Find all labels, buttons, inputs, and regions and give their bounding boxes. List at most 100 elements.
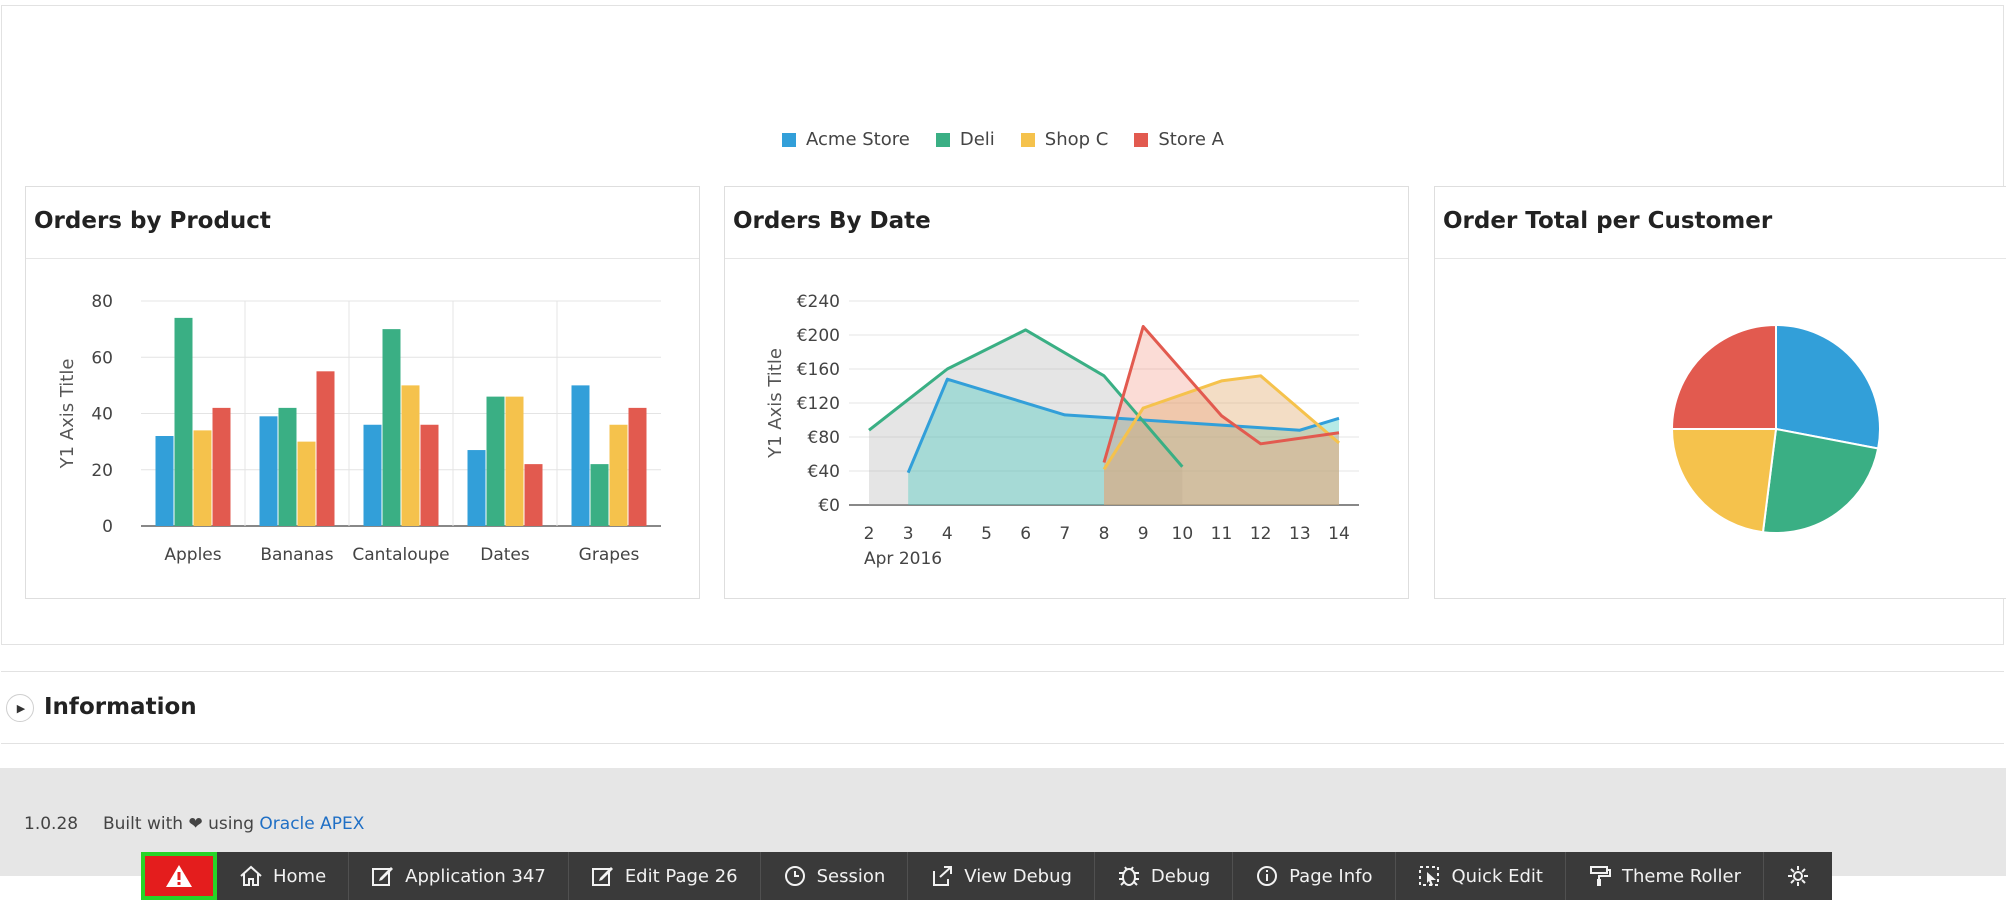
x-tick-label: 10 bbox=[1172, 524, 1194, 544]
clock-icon bbox=[784, 866, 805, 886]
y-tick-label: 20 bbox=[91, 461, 113, 481]
settings-button[interactable] bbox=[1763, 852, 1832, 900]
theme-roller-button[interactable]: Theme Roller bbox=[1565, 852, 1764, 900]
bar bbox=[467, 450, 486, 526]
edit-page-button[interactable]: Edit Page 26 bbox=[568, 852, 761, 900]
order-total-chart bbox=[1670, 323, 1881, 534]
y-tick-label: €80 bbox=[808, 428, 840, 448]
pie-slice bbox=[1761, 427, 1880, 534]
x-tick-label: 13 bbox=[1289, 524, 1311, 544]
x-tick-label: 11 bbox=[1211, 524, 1233, 544]
x-tick-label: 8 bbox=[1099, 524, 1110, 544]
bar bbox=[193, 430, 212, 526]
y-tick-label: 0 bbox=[102, 517, 113, 537]
built-using: using bbox=[208, 814, 255, 834]
bar bbox=[571, 385, 590, 526]
debug-button[interactable]: Debug bbox=[1094, 852, 1234, 900]
bar bbox=[524, 464, 543, 526]
y-axis-title: Y1 Axis Title bbox=[765, 348, 786, 459]
home-button[interactable]: Home bbox=[217, 852, 350, 900]
bar bbox=[382, 329, 401, 526]
view-debug-button[interactable]: View Debug bbox=[908, 852, 1095, 900]
application-button[interactable]: Application 347 bbox=[349, 852, 569, 900]
built-with-text: Built with ❤ using Oracle APEX bbox=[103, 814, 364, 834]
heart-icon: ❤ bbox=[188, 814, 203, 834]
bar bbox=[155, 436, 174, 526]
developer-toolbar: Home Application 347 Edit Page 26 Sessio… bbox=[141, 852, 1832, 900]
quick-edit-label: Quick Edit bbox=[1451, 865, 1543, 887]
bar bbox=[609, 424, 628, 526]
application-label: Application 347 bbox=[405, 865, 546, 887]
legend-label: Acme Store bbox=[806, 129, 910, 150]
information-region: ▶ Information bbox=[1, 671, 2004, 744]
bar bbox=[363, 424, 382, 526]
edit-page-label: Edit Page 26 bbox=[624, 865, 738, 887]
y-tick-label: €40 bbox=[808, 462, 840, 482]
x-tick-label: 4 bbox=[942, 524, 953, 544]
y-tick-label: €0 bbox=[818, 496, 840, 516]
bar bbox=[486, 396, 505, 526]
order-total-card: Order Total per Customer bbox=[1434, 186, 2006, 599]
y-tick-label: 60 bbox=[91, 348, 113, 368]
external-window-icon bbox=[933, 866, 953, 886]
legend-item-store-a[interactable]: Store A bbox=[1134, 129, 1224, 150]
session-button[interactable]: Session bbox=[760, 852, 909, 900]
bar bbox=[259, 416, 278, 526]
bar bbox=[628, 407, 647, 526]
y-tick-label: €160 bbox=[797, 360, 840, 380]
orders-by-date-card: Orders By Date €0 €40 €80 €120 €160 €200 €240 2… bbox=[724, 186, 1409, 599]
legend-label: Shop C bbox=[1044, 129, 1109, 150]
bar bbox=[505, 396, 524, 526]
x-tick-label: 14 bbox=[1328, 524, 1350, 544]
cursor-select-icon bbox=[1418, 866, 1439, 886]
legend-swatch bbox=[935, 132, 950, 147]
y-tick-label: 40 bbox=[91, 405, 113, 425]
x-tick-label: 9 bbox=[1138, 524, 1149, 544]
bar bbox=[278, 407, 297, 526]
y-tick-label: €120 bbox=[797, 394, 840, 414]
legend-label: Store A bbox=[1158, 129, 1224, 150]
debug-label: Debug bbox=[1150, 865, 1211, 887]
bar bbox=[316, 371, 335, 526]
oracle-apex-link[interactable]: Oracle APEX bbox=[259, 814, 364, 834]
quick-edit-button[interactable]: Quick Edit bbox=[1395, 852, 1566, 900]
legend-label: Deli bbox=[959, 129, 995, 150]
x-tick-label: 3 bbox=[903, 524, 914, 544]
x-tick-label: Cantaloupe bbox=[352, 545, 449, 565]
theme-roller-label: Theme Roller bbox=[1621, 865, 1741, 887]
warning-icon bbox=[166, 865, 192, 887]
legend-swatch bbox=[782, 132, 797, 147]
page-info-button[interactable]: Page Info bbox=[1233, 852, 1396, 900]
legend-item-acme-store[interactable]: Acme Store bbox=[782, 129, 910, 150]
page-info-label: Page Info bbox=[1289, 865, 1373, 887]
x-tick-label: Bananas bbox=[260, 545, 333, 565]
pie-slice bbox=[1670, 428, 1778, 534]
y-tick-label: €200 bbox=[797, 326, 840, 346]
chart-legend: Acme Store Deli Shop C Store A bbox=[0, 129, 2006, 150]
view-debug-label: View Debug bbox=[964, 865, 1072, 887]
error-button[interactable] bbox=[141, 852, 217, 900]
legend-item-shop-c[interactable]: Shop C bbox=[1020, 129, 1109, 150]
information-title[interactable]: Information bbox=[44, 694, 197, 720]
bug-icon bbox=[1118, 866, 1139, 886]
legend-swatch bbox=[1134, 132, 1149, 147]
paint-roller-icon bbox=[1589, 866, 1611, 886]
orders-by-product-card: Orders by Product 0 20 40 60 80 Apples Bananas… bbox=[25, 186, 700, 599]
x-tick-label: 12 bbox=[1250, 524, 1272, 544]
x-tick-label: 2 bbox=[864, 524, 875, 544]
session-label: Session bbox=[816, 865, 886, 887]
x-tick-label: 5 bbox=[981, 524, 992, 544]
bar bbox=[174, 317, 193, 526]
bar bbox=[590, 464, 609, 526]
expand-toggle-icon[interactable]: ▶ bbox=[6, 694, 34, 722]
home-label: Home bbox=[273, 865, 327, 887]
bar bbox=[420, 424, 439, 526]
edit-icon bbox=[591, 867, 613, 886]
gear-icon bbox=[1787, 866, 1808, 886]
legend-item-deli[interactable]: Deli bbox=[935, 129, 995, 150]
built-prefix: Built with bbox=[103, 814, 184, 834]
edit-icon bbox=[372, 867, 394, 886]
x-tick-label: Dates bbox=[480, 545, 530, 565]
orders-by-date-chart: €0 €40 €80 €120 €160 €200 €240 2 3 4 5 6 7 8 9 10 11 12 13… bbox=[765, 292, 1359, 569]
x-tick-label: Apples bbox=[164, 545, 221, 565]
